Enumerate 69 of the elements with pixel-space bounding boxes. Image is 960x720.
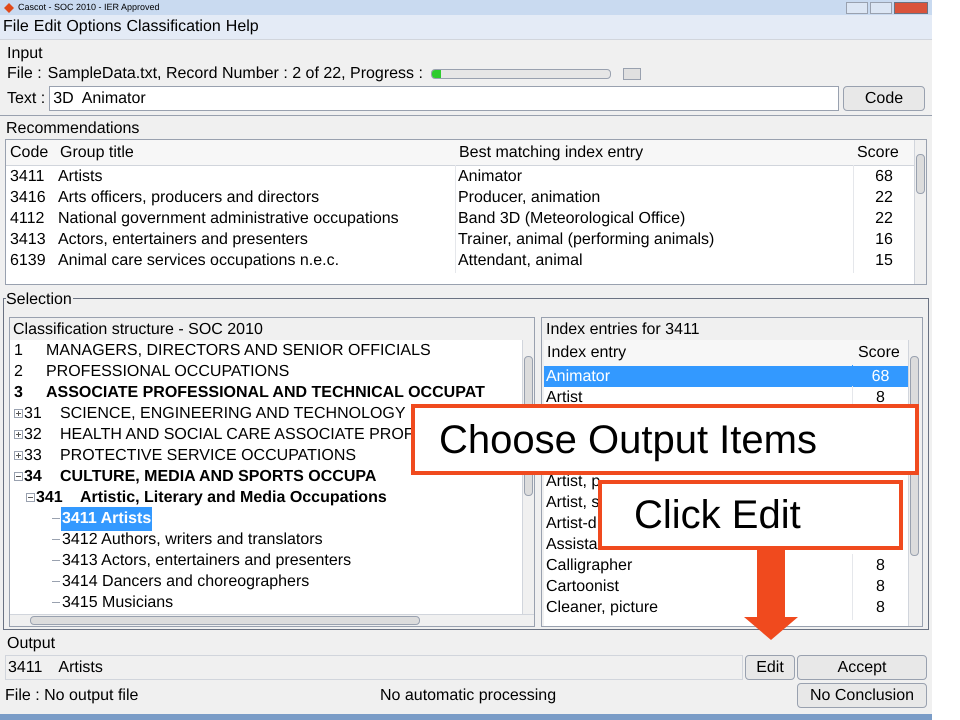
section-title: Input xyxy=(6,44,44,63)
app-icon xyxy=(4,2,14,12)
tree-item[interactable]: 1 MANAGERS, DIRECTORS AND SENIOR OFFICIALS xyxy=(14,340,431,362)
text-field[interactable]: 3D Animator xyxy=(49,86,839,111)
edit-button[interactable]: Edit xyxy=(745,655,795,680)
collapse-icon[interactable] xyxy=(14,472,23,481)
tree-item[interactable]: 341 Artistic, Literary and Media Occupations xyxy=(36,486,387,510)
status-text: File : No output file xyxy=(5,686,140,706)
column-header[interactable]: Group title xyxy=(56,140,455,164)
table-cell-text: 3416 xyxy=(9,188,47,208)
table-cell-text: 4112 xyxy=(9,208,46,228)
tree-item[interactable]: 3412 Authors, writers and translators xyxy=(61,528,324,552)
file-label: File : xyxy=(7,64,42,84)
expand-icon[interactable] xyxy=(14,409,23,418)
text-label: Text : xyxy=(7,88,46,108)
status-text: No automatic processing xyxy=(380,686,558,706)
column-header[interactable]: Score xyxy=(852,341,908,365)
menu-item[interactable]: Help xyxy=(226,15,259,39)
scrollbar[interactable] xyxy=(914,140,926,284)
code-button[interactable]: Code xyxy=(843,86,925,111)
column-header[interactable]: Score xyxy=(853,140,914,164)
menu-item[interactable]: Edit xyxy=(34,15,62,39)
table-cell-text: Animal care services occupations n.e.c. xyxy=(57,250,340,270)
menu-item[interactable]: Options xyxy=(66,15,122,39)
panel-title: Classification structure - SOC 2010 xyxy=(12,320,264,340)
tree-item[interactable]: 33 PROTECTIVE SERVICE OCCUPATIONS xyxy=(24,444,356,468)
column-header[interactable]: Index entry xyxy=(544,341,852,365)
table-cell-text: Artists xyxy=(57,166,104,186)
table-cell: Producer, animation xyxy=(455,186,853,210)
tree-item[interactable]: 3 ASSOCIATE PROFESSIONAL AND TECHNICAL OCCUPAT xyxy=(14,380,485,404)
menu-item[interactable]: Classification xyxy=(126,15,221,39)
column-header[interactable]: Code xyxy=(6,140,56,164)
instruction-tooltip: Click Edit xyxy=(598,480,903,550)
panel-title: Index entries for 3411 xyxy=(545,320,701,340)
table-cell: Band 3D (Meteorological Office) xyxy=(455,206,853,230)
table-cell-text: 3411 xyxy=(9,166,46,186)
table-cell-text: 6139 xyxy=(9,250,47,270)
section-title: Output xyxy=(6,634,56,654)
tree-item[interactable]: 3413 Actors, entertainers and presenters xyxy=(61,548,352,572)
restore-button[interactable] xyxy=(870,2,892,14)
menu-item[interactable]: File xyxy=(3,15,29,39)
minimize-button[interactable] xyxy=(846,2,868,14)
horizontal-scrollbar[interactable] xyxy=(10,614,534,626)
no-conclusion-button[interactable]: No Conclusion xyxy=(797,683,927,708)
close-button[interactable] xyxy=(894,2,928,14)
expand-icon[interactable] xyxy=(14,451,23,460)
column-header[interactable]: Best matching index entry xyxy=(455,140,853,164)
tree-item[interactable]: 2 PROFESSIONAL OCCUPATIONS xyxy=(14,360,290,384)
tree-item[interactable]: 32 HEALTH AND SOCIAL CARE ASSOCIATE PROF xyxy=(24,422,414,446)
table-cell: Animator xyxy=(455,164,853,188)
section-title: Recommendations xyxy=(5,119,140,139)
tree-item[interactable]: 34 CULTURE, MEDIA AND SPORTS OCCUPA xyxy=(24,464,376,488)
details-icon[interactable] xyxy=(622,68,641,80)
expand-icon[interactable] xyxy=(14,430,23,439)
instruction-tooltip: Choose Output Items xyxy=(411,404,919,475)
tree-item[interactable]: 3415 Musicians xyxy=(61,590,174,614)
table-cell-text: National government administrative occupations xyxy=(57,208,400,228)
file-info: SampleData.txt, Record Number : 2 of 22, Progress : xyxy=(48,64,423,84)
table-cell: Trainer, animal (performing animals) xyxy=(455,228,853,252)
tree-item[interactable]: 3414 Dancers and choreographers xyxy=(61,570,310,594)
window-title: Cascot - SOC 2010 - IER Approved xyxy=(18,0,160,14)
table-cell: Attendant, animal xyxy=(455,248,853,272)
table-cell-text: Actors, entertainers and presenters xyxy=(57,230,309,250)
output-field: 3411 Artists xyxy=(5,655,743,680)
collapse-icon[interactable] xyxy=(26,493,35,502)
table-cell-text: Arts officers, producers and directors xyxy=(57,188,320,208)
table-cell-text: 3413 xyxy=(9,230,47,250)
accept-button[interactable]: Accept xyxy=(797,655,927,680)
tree-item[interactable]: 31 SCIENCE, ENGINEERING AND TECHNOLOGY xyxy=(24,402,406,426)
